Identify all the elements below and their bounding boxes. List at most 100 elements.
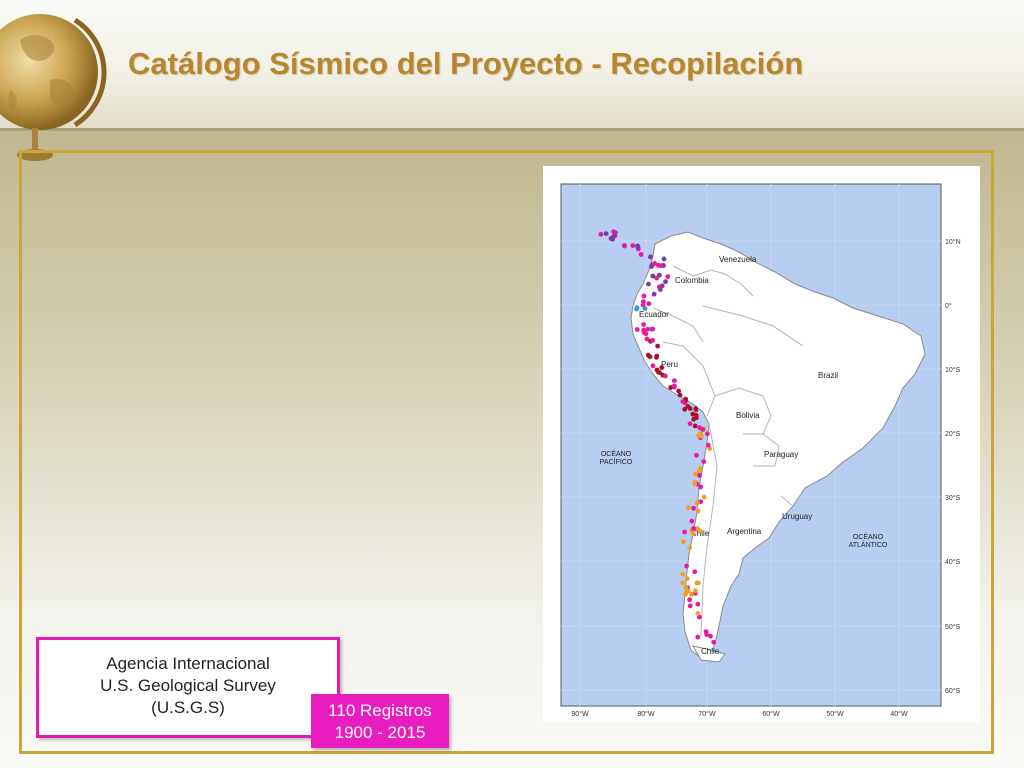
records-count: 110 Registros: [328, 701, 432, 720]
label-colombia: Colombia: [675, 276, 709, 285]
globe-icon: [0, 14, 107, 161]
earthquake-marker: [693, 406, 699, 412]
earthquake-marker: [598, 231, 604, 237]
earthquake-marker: [692, 423, 698, 429]
earthquake-marker: [699, 433, 704, 439]
earthquake-marker: [704, 632, 710, 637]
earthquake-marker: [635, 244, 641, 250]
label-pacific-1: OCÉANO: [601, 449, 632, 458]
earthquake-marker: [650, 337, 655, 343]
earthquake-marker: [693, 588, 698, 594]
earthquake-marker: [694, 500, 700, 506]
earthquake-marker: [603, 231, 609, 236]
label-atlantic-2: ATLÁNTICO: [849, 540, 888, 549]
earthquake-marker: [695, 601, 701, 607]
earthquake-marker: [686, 505, 691, 510]
records-badge: 110 Registros 1900 - 2015: [311, 694, 449, 748]
label-ecuador: Ecuador: [639, 310, 669, 319]
earthquake-marker: [698, 484, 703, 490]
earthquake-marker: [701, 494, 707, 500]
earthquake-marker: [701, 459, 707, 464]
earthquake-marker: [646, 281, 651, 287]
earthquake-marker: [695, 611, 701, 616]
records-period: 1900 - 2015: [334, 723, 426, 742]
earthquake-marker: [622, 243, 627, 249]
earthquake-marker: [650, 363, 656, 369]
page-title: Catálogo Sísmico del Proyecto - Recopila…: [128, 46, 804, 81]
earthquake-marker: [661, 256, 667, 262]
earthquake-marker: [665, 274, 671, 280]
earthquake-marker: [692, 481, 698, 487]
header-divider: [0, 128, 1024, 131]
source-line-2: U.S. Geological Survey: [100, 676, 276, 695]
earthquake-marker: [641, 327, 647, 333]
lat-label: 0°: [945, 302, 952, 310]
source-box: Agencia Internacional U.S. Geological Su…: [36, 637, 340, 738]
earthquake-marker: [657, 370, 662, 375]
earthquake-marker: [640, 302, 646, 308]
earthquake-marker: [634, 327, 640, 332]
label-brazil: Brazil: [818, 371, 838, 380]
earthquake-marker: [689, 518, 695, 524]
earthquake-marker: [647, 354, 653, 360]
earthquake-marker: [683, 591, 688, 597]
label-paraguay: Paraguay: [764, 450, 798, 459]
earthquake-marker: [696, 580, 701, 586]
earthquake-marker: [697, 528, 703, 534]
earthquake-marker: [662, 373, 668, 379]
earthquake-marker: [687, 545, 693, 551]
earthquake-marker: [651, 291, 657, 297]
earthquake-marker: [634, 305, 640, 311]
earthquake-marker: [683, 584, 689, 590]
earthquake-marker: [677, 392, 683, 398]
earthquake-marker: [697, 473, 702, 478]
earthquake-marker: [684, 576, 690, 581]
source-line-1: Agencia Internacional: [106, 654, 270, 673]
earthquake-marker: [687, 603, 693, 609]
earthquake-marker: [676, 388, 681, 394]
label-atlantic-1: OCÉANO: [853, 532, 884, 541]
earthquake-marker: [659, 365, 665, 370]
label-pacific-2: PACÍFICO: [600, 457, 633, 466]
seismic-map: Venezuela Colombia Ecuador Peru Brazil B…: [543, 166, 980, 722]
earthquake-marker: [641, 293, 647, 299]
lon-label: 80°W: [637, 710, 655, 718]
earthquake-marker: [650, 326, 656, 332]
label-chile-south: Chile: [701, 647, 720, 656]
lon-label: 40°W: [890, 710, 908, 718]
lon-label: 70°W: [698, 710, 716, 718]
lat-label: 50°S: [945, 623, 961, 631]
earthquake-marker: [682, 529, 687, 535]
earthquake-marker: [687, 597, 692, 603]
earthquake-marker: [630, 243, 636, 248]
earthquake-marker: [611, 233, 617, 239]
earthquake-marker: [691, 526, 696, 531]
earthquake-marker: [695, 634, 701, 640]
label-bolivia: Bolivia: [736, 411, 760, 420]
earthquake-marker: [681, 539, 686, 545]
earthquake-marker: [672, 378, 677, 383]
label-uruguay: Uruguay: [782, 512, 812, 521]
earthquake-marker: [694, 452, 699, 458]
earthquake-marker: [697, 425, 702, 431]
lat-label: 40°S: [945, 558, 961, 566]
earthquake-marker: [646, 301, 652, 307]
earthquake-marker: [672, 383, 677, 389]
earthquake-marker: [706, 442, 711, 448]
label-argentina: Argentina: [727, 527, 762, 536]
earthquake-marker: [687, 421, 693, 427]
earthquake-marker: [691, 505, 696, 511]
earthquake-marker: [663, 279, 668, 285]
lat-label: 20°S: [945, 430, 961, 438]
earthquake-marker: [657, 272, 662, 278]
lon-label: 90°W: [571, 710, 589, 718]
earthquake-marker: [648, 254, 653, 260]
earthquake-marker: [695, 508, 701, 514]
earthquake-marker: [645, 326, 651, 332]
earthquake-marker: [655, 343, 660, 349]
earthquake-marker: [711, 639, 716, 645]
lon-label: 50°W: [826, 710, 844, 718]
lon-label: 60°W: [762, 710, 780, 718]
earthquake-marker: [684, 563, 689, 569]
earthquake-marker: [680, 399, 686, 404]
